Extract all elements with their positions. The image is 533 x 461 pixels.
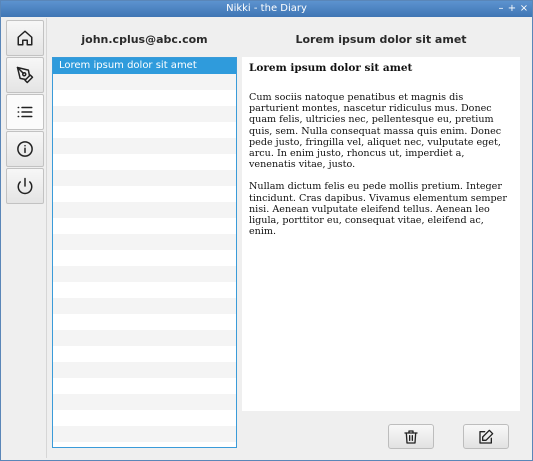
- info-button[interactable]: [6, 131, 44, 167]
- user-email: john.cplus@abc.com: [81, 33, 208, 46]
- window-title: Nikki - the Diary: [226, 3, 307, 14]
- power-button[interactable]: [6, 168, 44, 204]
- entry-title: Lorem ipsum dolor sit amet: [249, 62, 413, 74]
- trash-icon: [404, 429, 418, 444]
- list-item-empty[interactable]: [53, 234, 236, 250]
- list-item-empty[interactable]: [53, 250, 236, 266]
- list-item-empty[interactable]: [53, 170, 236, 186]
- list-item-empty[interactable]: [53, 394, 236, 410]
- list-item-empty[interactable]: [53, 282, 236, 298]
- sidebar: [6, 18, 44, 206]
- list-item-empty[interactable]: [53, 330, 236, 346]
- list-item-empty[interactable]: [53, 106, 236, 122]
- list-item-empty[interactable]: [53, 298, 236, 314]
- list-item-empty[interactable]: [53, 154, 236, 170]
- list-item-empty[interactable]: [53, 74, 236, 90]
- home-icon: [17, 30, 33, 46]
- entry-paragraph: Nullam dictum felis eu pede mollis preti…: [249, 181, 507, 238]
- pen-icon: [16, 66, 34, 84]
- list-icon: [17, 106, 33, 118]
- list-item[interactable]: Lorem ipsum dolor sit amet: [53, 58, 236, 74]
- list-item-empty[interactable]: [53, 362, 236, 378]
- power-icon: [17, 177, 33, 195]
- app-window: Nikki - the Diary – + × john.cplus@abc.c…: [0, 0, 533, 461]
- list-item-empty[interactable]: [53, 266, 236, 282]
- entry-list[interactable]: Lorem ipsum dolor sit amet: [52, 57, 237, 448]
- info-icon: [17, 141, 33, 157]
- home-button[interactable]: [6, 20, 44, 56]
- list-item-empty[interactable]: [53, 378, 236, 394]
- sidebar-divider: [46, 18, 47, 458]
- list-item-empty[interactable]: [53, 410, 236, 426]
- edit-button[interactable]: [463, 424, 509, 449]
- list-item-empty[interactable]: [53, 186, 236, 202]
- write-button[interactable]: [6, 57, 44, 93]
- edit-icon: [479, 429, 494, 444]
- list-item-empty[interactable]: [53, 202, 236, 218]
- list-item-empty[interactable]: [53, 138, 236, 154]
- list-item-empty[interactable]: [53, 346, 236, 362]
- title-bar[interactable]: Nikki - the Diary – + ×: [1, 1, 532, 17]
- list-item-empty[interactable]: [53, 218, 236, 234]
- list-button[interactable]: [6, 94, 44, 130]
- list-item-empty[interactable]: [53, 426, 236, 442]
- list-item-empty[interactable]: [53, 314, 236, 330]
- entry-viewer[interactable]: Lorem ipsum dolor sit amet Cum sociis na…: [242, 57, 520, 411]
- maximize-button[interactable]: +: [506, 3, 518, 15]
- list-item-empty[interactable]: [53, 90, 236, 106]
- list-item-empty[interactable]: [53, 122, 236, 138]
- close-button[interactable]: ×: [518, 3, 530, 15]
- entry-paragraph: Cum sociis natoque penatibus et magnis d…: [249, 92, 502, 171]
- delete-button[interactable]: [388, 424, 434, 449]
- entry-header: Lorem ipsum dolor sit amet: [295, 33, 467, 46]
